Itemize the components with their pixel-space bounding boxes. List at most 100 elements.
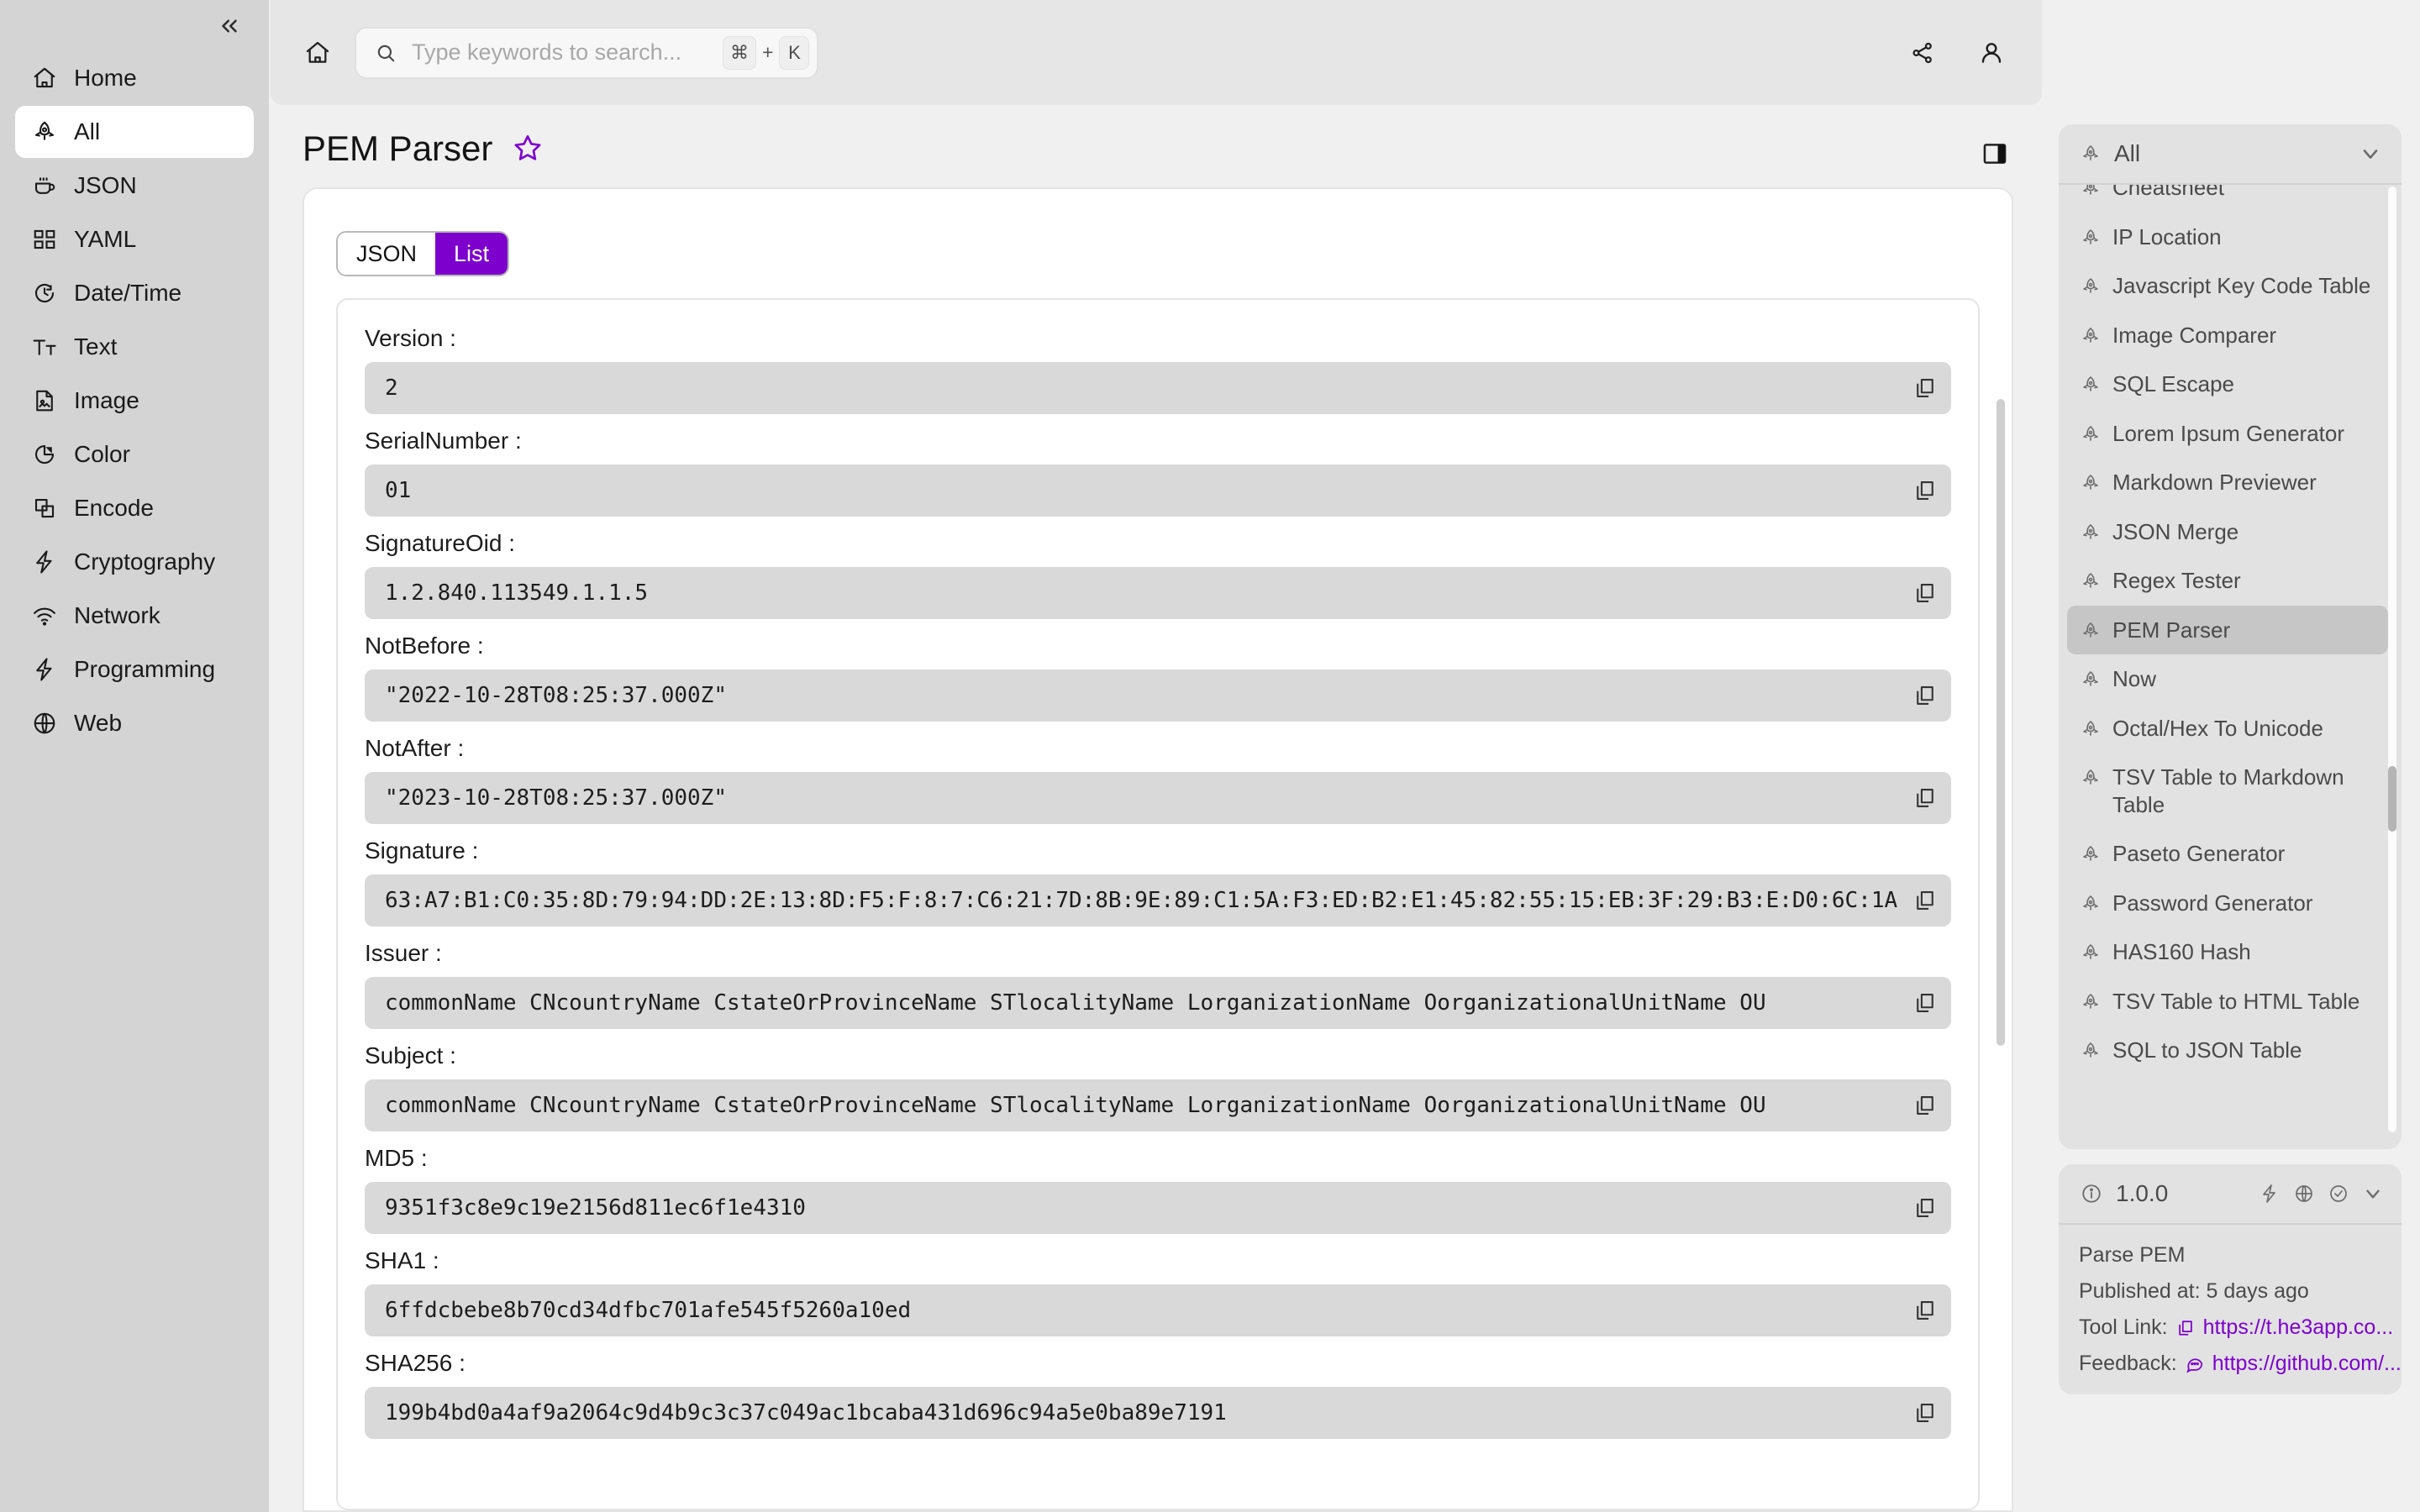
bolt-icon [30, 548, 59, 576]
sidebar-item-home[interactable]: Home [15, 52, 254, 104]
star-icon[interactable] [511, 132, 544, 165]
tab-list[interactable]: List [435, 233, 508, 275]
copy-icon[interactable] [1906, 984, 1944, 1022]
list-item[interactable]: Lorem Ipsum Generator [2067, 409, 2388, 459]
copy-icon[interactable] [1906, 779, 1944, 817]
list-item[interactable]: Octal/Hex To Unicode [2067, 704, 2388, 753]
bolt-icon [30, 655, 59, 684]
rocket-icon [2079, 668, 2102, 691]
list-item-label: TSV Table to HTML Table [2112, 988, 2360, 1014]
page-title: PEM Parser [302, 129, 493, 168]
tab-json[interactable]: JSON [338, 233, 436, 275]
field-value-row: 199b4bd0a4af9a2064c9d4b9c3c37c049ac1bcab… [365, 1387, 1951, 1439]
sidebar-item-network[interactable]: Network [15, 590, 254, 642]
sidebar-item-json[interactable]: JSON [15, 160, 254, 212]
tool-filter-dropdown[interactable]: All [2059, 124, 2402, 185]
copy-icon[interactable] [1906, 369, 1944, 407]
list-item[interactable]: SQL Escape [2067, 360, 2388, 409]
home-icon[interactable] [296, 31, 339, 75]
field-notafter: NotAfter : "2023-10-28T08:25:37.000Z" [365, 735, 1951, 824]
parsed-fields-list: Version : 2 SerialNumber : 01 SignatureO… [336, 298, 1980, 1510]
content-scrollbar[interactable] [1996, 399, 2005, 1046]
kbd-key-k: K [779, 35, 810, 70]
field-value: 01 [385, 478, 412, 503]
search-bar[interactable]: ⌘ + K [355, 26, 818, 79]
copy-icon[interactable] [1906, 574, 1944, 612]
sidebar-item-web[interactable]: Web [15, 697, 254, 749]
tool-content-card: JSON List Version : 2 SerialNumber: 01 … [302, 187, 2013, 1512]
tool-link-label: Tool Link: [2079, 1315, 2168, 1339]
rocket-icon [2079, 990, 2102, 1014]
sidebar-item-label: YAML [74, 226, 137, 252]
sidebar-item-text[interactable]: Text [15, 321, 254, 373]
sidebar-item-label: Image [74, 387, 139, 413]
check-circle-icon[interactable] [2327, 1182, 2350, 1205]
copy-icon[interactable] [2175, 1317, 2196, 1339]
rocket-icon [2079, 717, 2102, 741]
field-label: Subject : [365, 1042, 456, 1068]
bolt-icon[interactable] [2258, 1182, 2281, 1205]
list-item[interactable]: TSV Table to HTML Table [2067, 977, 2388, 1026]
list-item-pem-parser[interactable]: PEM Parser [2067, 605, 2388, 654]
sidebar-item-color[interactable]: Color [15, 428, 254, 480]
sidebar-item-yaml[interactable]: YAML [15, 213, 254, 265]
field-label: Version : [365, 325, 456, 351]
tool-version: 1.0.0 [2116, 1180, 2169, 1206]
field-version: Version : 2 [365, 325, 1951, 414]
list-item-label: Lorem Ipsum Generator [2112, 420, 2345, 446]
list-item-label: SQL to JSON Table [2112, 1037, 2302, 1063]
globe-icon[interactable] [2292, 1182, 2316, 1205]
list-item[interactable]: Now [2067, 654, 2388, 704]
rocket-icon [2079, 373, 2102, 396]
chevron-down-icon[interactable] [2361, 1182, 2385, 1205]
copy-icon[interactable] [1906, 676, 1944, 715]
copy-icon[interactable] [1906, 471, 1944, 510]
tool-published: Published at: 5 days ago [2079, 1279, 2309, 1303]
list-item[interactable]: HAS160 Hash [2067, 927, 2388, 977]
list-item[interactable]: TSV Table to Markdown Table [2067, 753, 2388, 829]
list-item[interactable]: Regex Tester [2067, 556, 2388, 606]
user-icon[interactable] [1973, 34, 2010, 71]
kbd-cmd: ⌘ [723, 35, 756, 70]
copy-icon[interactable] [1906, 1291, 1944, 1330]
tool-list[interactable]: Cheatsheet IP Location Javascript Key Co… [2059, 185, 2402, 1149]
list-item[interactable]: Javascript Key Code Table [2067, 261, 2388, 311]
tool-list-scrollbar[interactable] [2388, 186, 2396, 1132]
field-label: SHA256 : [365, 1350, 466, 1376]
sidebar-item-encode[interactable]: Encode [15, 482, 254, 534]
tool-link-url[interactable]: https://t.he3app.co... [2203, 1315, 2394, 1340]
copy-icon[interactable] [1906, 1394, 1944, 1432]
page-title-row: PEM Parser [269, 105, 2044, 187]
tool-info-header: 1.0.0 [2059, 1164, 2402, 1225]
rocket-icon [2079, 1039, 2102, 1063]
message-icon[interactable] [2184, 1353, 2206, 1375]
copy-icon[interactable] [1906, 881, 1944, 920]
list-item[interactable]: Markdown Previewer [2067, 458, 2388, 507]
list-item-label: Now [2112, 666, 2157, 691]
scrollbar-thumb[interactable] [2388, 766, 2396, 832]
feedback-url[interactable]: https://github.com/... [2212, 1352, 2402, 1376]
list-item[interactable]: JSON Merge [2067, 507, 2388, 557]
list-item[interactable]: Password Generator [2067, 879, 2388, 928]
chevrons-left-icon[interactable] [213, 10, 245, 42]
share-icon[interactable] [1904, 34, 1941, 71]
sidebar-item-cryptography[interactable]: Cryptography [15, 536, 254, 588]
rocket-icon [2079, 275, 2102, 298]
list-item-label: Javascript Key Code Table [2112, 273, 2371, 298]
search-input[interactable] [412, 39, 709, 66]
field-label: Signature : [365, 837, 479, 864]
list-item[interactable]: Paseto Generator [2067, 829, 2388, 879]
field-signatureoid: SignatureOid : 1.2.840.113549.1.1.5 [365, 530, 1951, 619]
list-item[interactable]: Image Comparer [2067, 311, 2388, 360]
sidebar-item-image[interactable]: Image [15, 375, 254, 427]
list-item[interactable]: IP Location [2067, 213, 2388, 262]
copy-icon[interactable] [1906, 1189, 1944, 1227]
sidebar-item-programming[interactable]: Programming [15, 643, 254, 696]
sidebar-item-date-time[interactable]: Date/Time [15, 267, 254, 319]
list-item-label: Image Comparer [2112, 322, 2277, 348]
list-item[interactable]: Cheatsheet [2067, 185, 2388, 213]
list-item[interactable]: SQL to JSON Table [2067, 1026, 2388, 1075]
sidebar-item-all[interactable]: All [15, 106, 254, 158]
sidebar-toggle-icon[interactable] [1976, 135, 2013, 172]
copy-icon[interactable] [1906, 1086, 1944, 1125]
